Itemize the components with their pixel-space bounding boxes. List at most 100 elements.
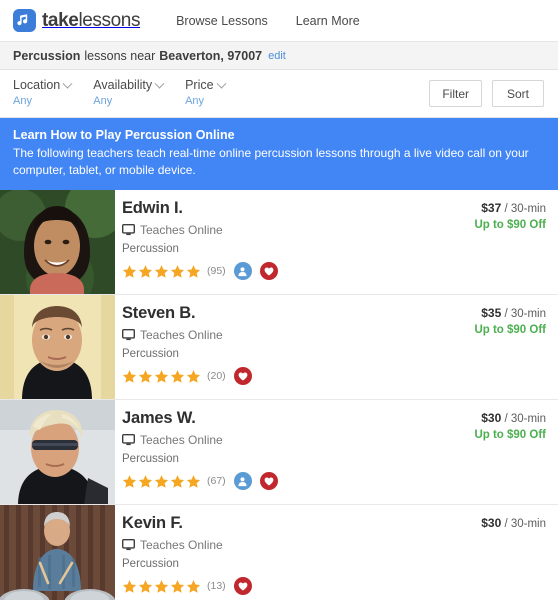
teacher-photo[interactable] bbox=[0, 295, 115, 400]
teaches-online-label: Teaches Online bbox=[140, 328, 223, 343]
price-amount: $30 bbox=[481, 411, 502, 426]
star-icon bbox=[138, 579, 153, 593]
teacher-card[interactable]: Kevin F. Teaches Online Percussion (13) bbox=[0, 505, 558, 600]
review-count: (95) bbox=[207, 265, 226, 278]
filter-actions: Filter Sort bbox=[429, 80, 544, 107]
teaches-online-label: Teaches Online bbox=[140, 433, 223, 448]
star-icon bbox=[186, 264, 201, 278]
teaches-online-label: Teaches Online bbox=[140, 538, 223, 553]
online-lessons-banner: Learn How to Play Percussion Online The … bbox=[0, 118, 558, 191]
discount-label: Up to $90 Off bbox=[474, 323, 546, 336]
teacher-subject: Percussion bbox=[122, 453, 179, 466]
search-middle-text: lessons near bbox=[84, 48, 156, 63]
monitor-icon bbox=[122, 539, 135, 551]
star-icon bbox=[186, 579, 201, 593]
monitor-icon bbox=[122, 434, 135, 446]
favorite-heart-icon[interactable] bbox=[259, 472, 278, 491]
filter-button[interactable]: Filter bbox=[429, 80, 482, 107]
teaches-online-label: Teaches Online bbox=[140, 223, 223, 238]
teacher-card[interactable]: Steven B. Teaches Online Percussion (20) bbox=[0, 295, 558, 401]
price-unit: / 30-min bbox=[504, 308, 546, 321]
discount-label: Up to $90 Off bbox=[474, 428, 546, 441]
star-icon bbox=[186, 369, 201, 383]
nav-links: Browse Lessons Learn More bbox=[176, 14, 360, 28]
price-line: $37 / 30-min bbox=[474, 200, 546, 218]
teacher-photo[interactable] bbox=[0, 505, 115, 600]
teacher-info: Edwin I. Teaches Online Percussion (95) bbox=[115, 190, 558, 294]
price-unit: / 30-min bbox=[504, 518, 546, 531]
price-line: $35 / 30-min bbox=[474, 305, 546, 323]
filter-location[interactable]: Location Any bbox=[13, 78, 73, 108]
star-icon bbox=[154, 474, 169, 488]
star-icon bbox=[122, 369, 137, 383]
banner-title: Learn How to Play Percussion Online bbox=[13, 128, 235, 142]
filter-availability[interactable]: Availability Any bbox=[93, 78, 165, 108]
nav-learn-more[interactable]: Learn More bbox=[296, 14, 360, 28]
review-count: (13) bbox=[207, 580, 226, 593]
rating-row: (95) bbox=[122, 262, 558, 281]
teacher-subject: Percussion bbox=[122, 558, 179, 571]
star-icon bbox=[138, 264, 153, 278]
star-rating bbox=[122, 474, 201, 489]
star-rating bbox=[122, 579, 201, 594]
nav-browse-lessons[interactable]: Browse Lessons bbox=[176, 14, 268, 28]
edit-search-link[interactable]: edit bbox=[268, 50, 286, 62]
top-navigation-bar: takelessons Browse Lessons Learn More bbox=[0, 0, 558, 42]
filter-location-head: Location bbox=[13, 78, 73, 94]
star-icon bbox=[154, 264, 169, 278]
banner-body: The following teachers teach real-time o… bbox=[13, 146, 529, 177]
filter-bar: Location Any Availability Any Price Any … bbox=[0, 70, 558, 118]
star-rating bbox=[122, 369, 201, 384]
review-count: (67) bbox=[207, 475, 226, 488]
filter-availability-value: Any bbox=[93, 94, 113, 107]
star-icon bbox=[154, 369, 169, 383]
monitor-icon bbox=[122, 329, 135, 341]
price-line: $30 / 30-min bbox=[481, 515, 546, 533]
discount-label: Up to $90 Off bbox=[474, 218, 546, 231]
teacher-info: Steven B. Teaches Online Percussion (20) bbox=[115, 295, 558, 399]
filter-availability-head: Availability bbox=[93, 78, 165, 94]
star-icon bbox=[122, 579, 137, 593]
filter-price-value: Any bbox=[185, 94, 205, 107]
price-block: $37 / 30-min Up to $90 Off bbox=[474, 200, 546, 233]
favorite-heart-icon[interactable] bbox=[233, 577, 252, 596]
teacher-listings: Edwin I. Teaches Online Percussion (95) bbox=[0, 190, 558, 600]
person-badge-icon[interactable] bbox=[233, 262, 252, 281]
teacher-card[interactable]: James W. Teaches Online Percussion (67) bbox=[0, 400, 558, 506]
filter-price[interactable]: Price Any bbox=[185, 78, 227, 108]
search-subject: Percussion bbox=[13, 48, 81, 63]
favorite-heart-icon[interactable] bbox=[233, 367, 252, 386]
person-badge-icon[interactable] bbox=[233, 472, 252, 491]
star-icon bbox=[186, 474, 201, 488]
price-block: $35 / 30-min Up to $90 Off bbox=[474, 305, 546, 338]
logo-text: takelessons bbox=[42, 10, 140, 32]
site-logo[interactable]: takelessons bbox=[13, 9, 140, 32]
price-amount: $30 bbox=[481, 516, 502, 531]
star-icon bbox=[170, 264, 185, 278]
price-amount: $35 bbox=[481, 306, 502, 321]
price-block: $30 / 30-min Up to $90 Off bbox=[474, 410, 546, 443]
filter-availability-label: Availability bbox=[93, 78, 153, 93]
rating-row: (13) bbox=[122, 577, 558, 596]
chevron-down-icon bbox=[154, 78, 165, 89]
star-icon bbox=[138, 369, 153, 383]
favorite-heart-icon[interactable] bbox=[259, 262, 278, 281]
price-unit: / 30-min bbox=[504, 413, 546, 426]
teacher-photo[interactable] bbox=[0, 400, 115, 505]
teacher-info: Kevin F. Teaches Online Percussion (13) bbox=[115, 505, 558, 600]
star-icon bbox=[122, 264, 137, 278]
search-location: Beaverton, 97007 bbox=[159, 48, 263, 63]
rating-row: (67) bbox=[122, 472, 558, 491]
sort-button[interactable]: Sort bbox=[492, 80, 544, 107]
price-unit: / 30-min bbox=[504, 203, 546, 216]
teacher-card[interactable]: Edwin I. Teaches Online Percussion (95) bbox=[0, 190, 558, 296]
logo-text-light: lessons bbox=[78, 9, 141, 31]
star-rating bbox=[122, 264, 201, 279]
teacher-photo[interactable] bbox=[0, 190, 115, 295]
price-block: $30 / 30-min bbox=[481, 515, 546, 533]
teaches-online-row: Teaches Online bbox=[122, 538, 558, 552]
chevron-down-icon bbox=[216, 78, 227, 89]
price-amount: $37 bbox=[481, 201, 502, 216]
teacher-subject: Percussion bbox=[122, 243, 179, 256]
star-icon bbox=[122, 474, 137, 488]
